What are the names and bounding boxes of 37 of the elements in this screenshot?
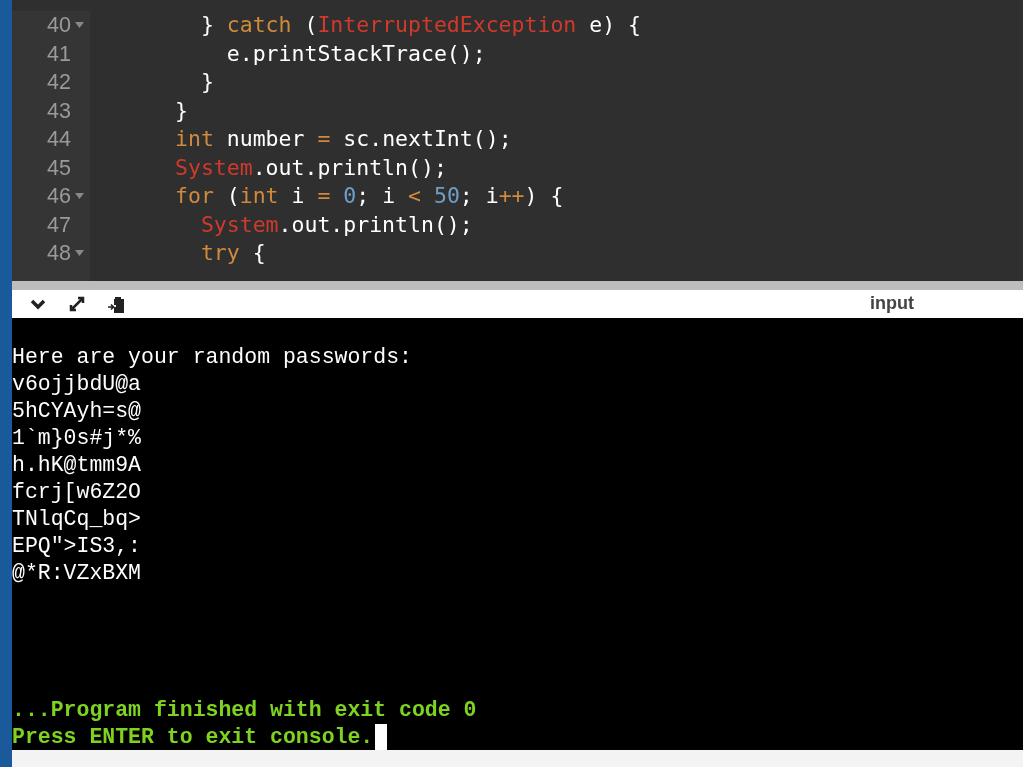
line-number: 46	[47, 183, 71, 211]
fold-arrow-icon[interactable]	[74, 22, 84, 29]
line-number: 47	[47, 211, 71, 239]
clipboard-icon	[108, 294, 126, 314]
line-number: 48	[47, 240, 71, 268]
code-line: try {	[199, 239, 267, 267]
code-line: System.out.println();	[175, 153, 448, 182]
chevron-down-icon	[30, 298, 46, 310]
console-status-line: ...Program finished with exit code 0	[12, 697, 477, 724]
code-line: }	[175, 96, 189, 125]
fold-arrow-icon[interactable]	[74, 193, 84, 200]
line-number: 45	[47, 154, 71, 182]
code-line: System.out.println();	[199, 210, 474, 239]
console-line: fcrj[w6Z2O	[12, 479, 142, 506]
console-line: 1`m}0s#j*%	[12, 425, 142, 452]
line-number: 44	[47, 126, 71, 154]
console-line: v6ojjbdU@a	[12, 371, 142, 398]
line-number: 43	[47, 97, 71, 125]
line-number: 41	[47, 40, 71, 68]
input-label: input	[870, 292, 914, 315]
line-number: 42	[47, 69, 71, 97]
expand-icon	[67, 294, 87, 314]
text-cursor	[375, 724, 388, 750]
line-number: 40	[47, 12, 71, 40]
code-line: for (int i = 0; i < 50; i++) {	[175, 182, 565, 210]
console-line: 5hCYAyh=s@	[12, 398, 142, 425]
console-line: EPQ">IS3,:	[12, 533, 142, 560]
console-line: @*R:VZxBXM	[12, 560, 142, 587]
code-line: int number = sc.nextInt();	[175, 125, 513, 153]
console-status-line: Press ENTER to exit console.	[12, 724, 374, 750]
console-line: TNlqCq_bq>	[12, 506, 142, 533]
code-line: }	[199, 68, 215, 96]
console-line: Here are your random passwords:	[12, 344, 412, 371]
console-line: h.hK@tmm9A	[12, 452, 142, 479]
code-line: } catch (InterruptedException e) {	[199, 11, 642, 39]
fold-arrow-icon[interactable]	[74, 250, 84, 257]
code-line: e.printStackTrace();	[225, 39, 487, 68]
